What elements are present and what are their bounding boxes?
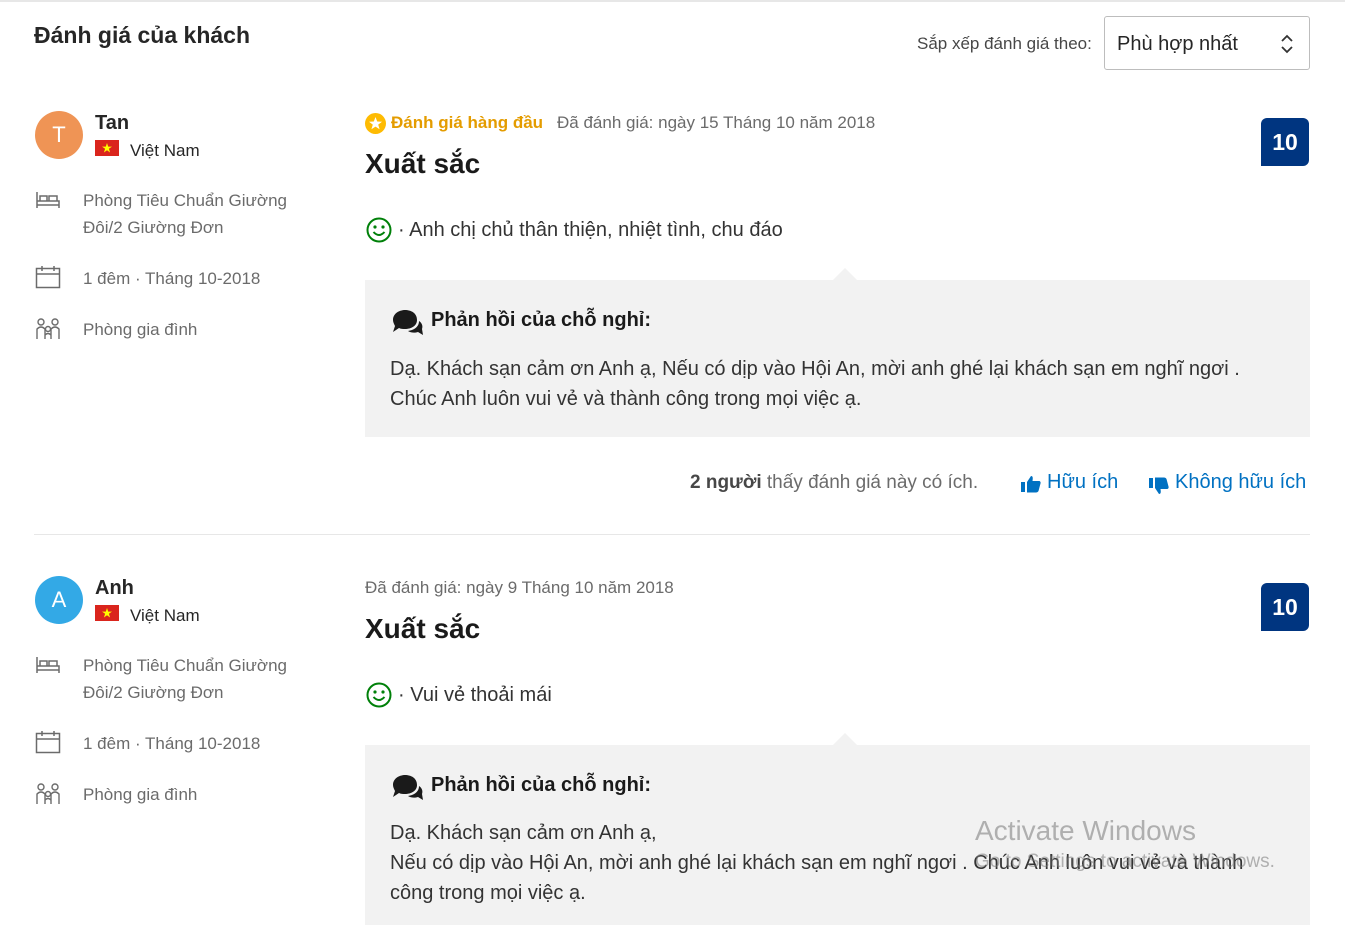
traveler-type: Phòng gia đình [83,320,198,339]
room-type: Phòng Tiêu Chuẩn Giường Đôi/2 Giường Đơn [83,191,287,237]
property-reply: Phản hồi của chỗ nghỉ: Dạ. Khách sạn cảm… [365,268,1310,437]
reply-text: Dạ. Khách sạn cảm ơn Anh ạ, Nếu có dịp v… [390,822,1244,904]
review-score: 10 [1261,583,1309,631]
helpful-count: 2 người thấy đánh giá này có ích. [690,472,978,494]
not-helpful-label: Không hữu ích [1175,471,1307,493]
avatar: A [35,576,83,624]
bed-icon [36,192,60,208]
reviewer-name: Anh [95,577,134,599]
vietnam-flag-icon [95,140,119,156]
review-title: Xuất sắc [365,148,481,179]
avatar: T [35,111,83,159]
bed-icon [36,657,60,673]
reviewer-country: Việt Nam [130,606,200,625]
sort-select[interactable]: Phù hợp nhất [1104,16,1310,70]
helpful-count-number: 2 người [690,472,762,493]
helpful-button[interactable]: Hữu ích [1021,471,1131,497]
property-reply: Phản hồi của chỗ nghỉ: Dạ. Khách sạn cảm… [365,733,1310,925]
page-title: Đánh giá của khách [34,22,251,48]
stay-info: 1 đêm · Tháng 10-2018 [83,734,261,753]
chat-bubbles-icon [393,310,423,335]
reviewer-name: Tan [95,112,130,134]
reply-notch [833,268,857,280]
helpful-label: Hữu ích [1047,471,1119,493]
positive-comment: · Vui vẻ thoải mái [398,684,552,706]
reply-text: Dạ. Khách sạn cảm ơn Anh ạ, Nếu có dịp v… [390,358,1240,410]
room-type: Phòng Tiêu Chuẩn Giường Đôi/2 Giường Đơn [83,656,287,702]
family-icon [36,783,60,804]
traveler-type: Phòng gia đình [83,785,198,804]
reply-notch [833,733,857,745]
sort-selected-value: Phù hợp nhất [1117,33,1238,55]
chevron-updown-icon [1281,34,1293,54]
review-date: Đã đánh giá: ngày 9 Tháng 10 năm 2018 [365,578,674,597]
smile-icon [366,682,392,708]
family-icon [36,318,60,339]
helpful-count-suffix: thấy đánh giá này có ích. [761,472,979,493]
top-border [0,0,1345,2]
review-title: Xuất sắc [365,613,481,644]
review-date: Đã đánh giá: ngày 15 Tháng 10 năm 2018 [557,113,876,132]
vietnam-flag-icon [95,605,119,621]
review-divider [34,534,1310,535]
review-score: 10 [1261,118,1309,166]
thumbs-down-icon [1149,477,1169,494]
top-review-star-icon [365,113,386,134]
sort-label: Sắp xếp đánh giá theo: [917,34,1092,53]
reply-title: Phản hồi của chỗ nghỉ: [431,309,651,331]
calendar-icon [35,266,61,289]
calendar-icon [35,731,61,754]
chat-bubbles-icon [393,775,423,800]
not-helpful-button[interactable]: Không hữu ích [1149,471,1314,497]
reviewer-country: Việt Nam [130,141,200,160]
stay-info: 1 đêm · Tháng 10-2018 [83,269,261,288]
top-review-label: Đánh giá hàng đầu [391,113,544,132]
reply-title: Phản hồi của chỗ nghỉ: [431,774,651,796]
thumbs-up-icon [1021,476,1041,493]
smile-icon [366,217,392,243]
positive-comment: · Anh chị chủ thân thiện, nhiệt tình, ch… [398,219,783,241]
